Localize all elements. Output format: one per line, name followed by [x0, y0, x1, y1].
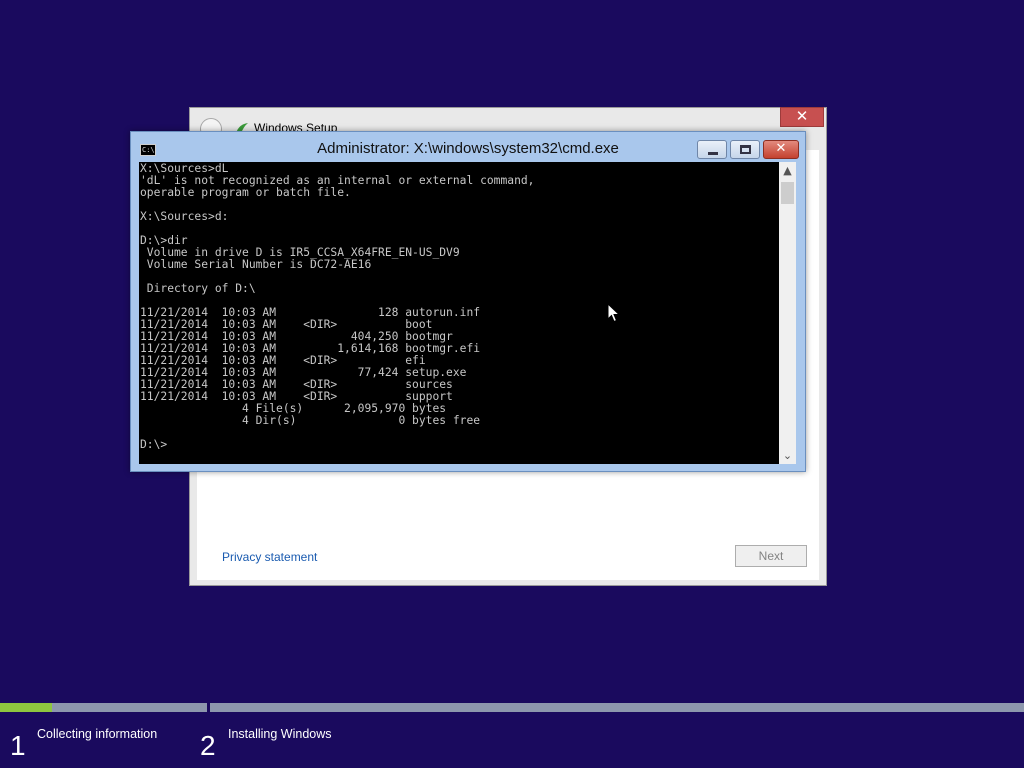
minimize-icon — [708, 152, 718, 155]
step-label: Collecting information — [37, 727, 158, 741]
privacy-statement-link[interactable]: Privacy statement — [222, 550, 317, 564]
console-text: X:\Sources>dL 'dL' is not recognized as … — [140, 162, 535, 451]
maximize-icon — [740, 145, 751, 154]
scroll-down-icon[interactable]: ⌄ — [779, 447, 796, 464]
mouse-pointer-icon — [607, 303, 621, 323]
scrollbar-thumb[interactable] — [781, 182, 794, 204]
minimize-button[interactable] — [697, 140, 727, 159]
console-scrollbar[interactable]: ▲ ⌄ — [779, 162, 796, 464]
maximize-button[interactable] — [730, 140, 760, 159]
step-number: 1 — [10, 730, 26, 761]
step-label: Installing Windows — [228, 727, 332, 741]
progress-fill — [0, 703, 52, 712]
cmd-close-button[interactable]: ✕ — [763, 140, 799, 159]
console-output-area[interactable]: X:\Sources>dL 'dL' is not recognized as … — [139, 162, 779, 464]
step-number: 2 — [200, 730, 216, 761]
progress-track-step2 — [210, 703, 1024, 712]
cmd-titlebar[interactable]: C:\ Administrator: X:\windows\system32\c… — [131, 132, 805, 162]
setup-close-button[interactable]: ✕ — [780, 107, 824, 127]
scroll-up-icon[interactable]: ▲ — [779, 162, 796, 179]
cmd-window: C:\ Administrator: X:\windows\system32\c… — [130, 131, 806, 472]
next-button[interactable]: Next — [735, 545, 807, 567]
progress-track-step1 — [0, 703, 207, 712]
